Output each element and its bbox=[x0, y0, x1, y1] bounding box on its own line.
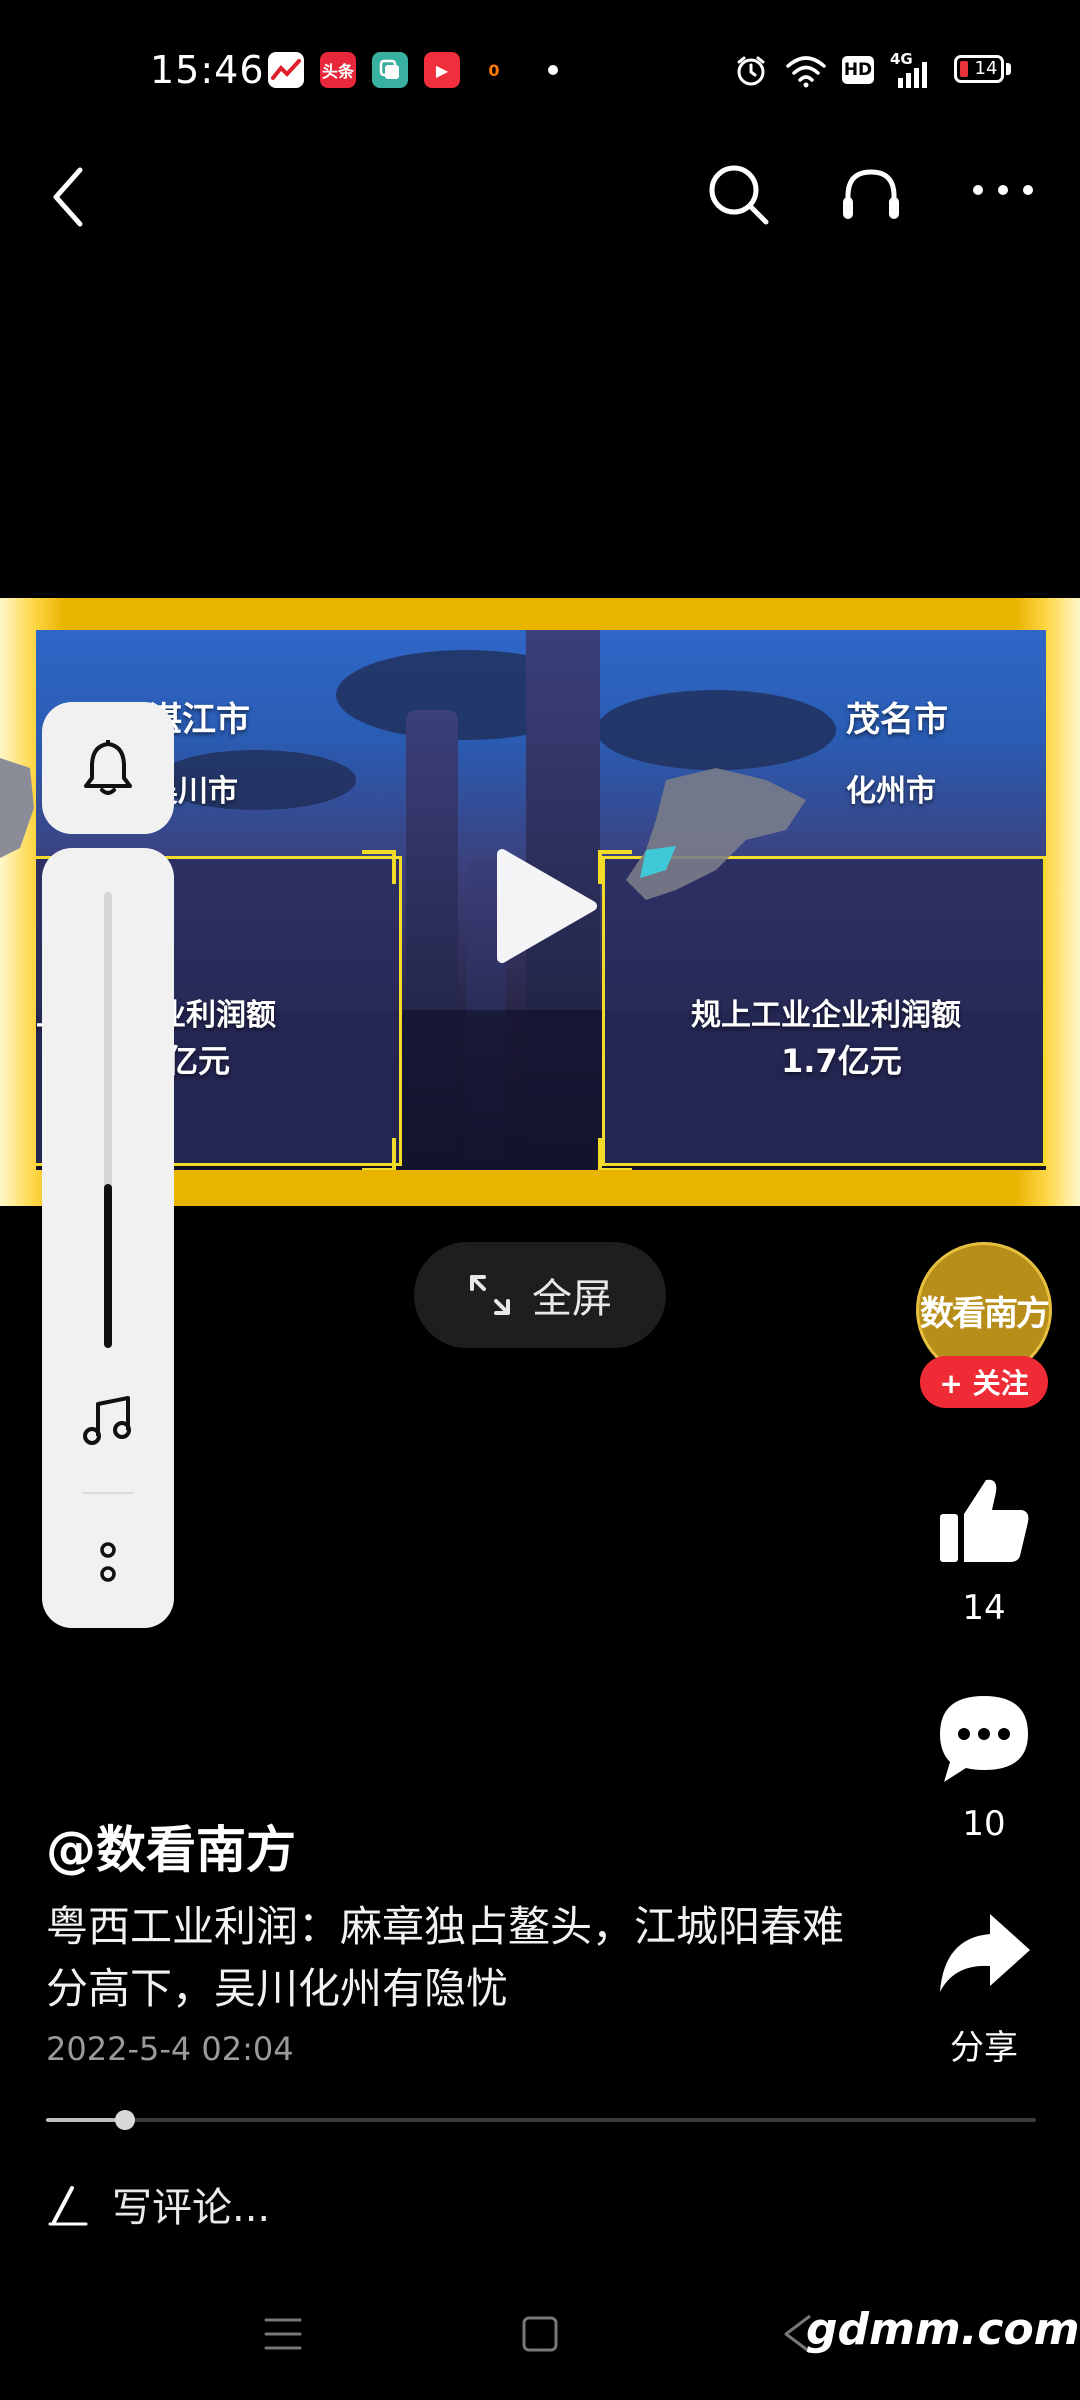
menu-nav-icon[interactable] bbox=[262, 2314, 304, 2354]
right-metric: 规上工业企业利润额 bbox=[691, 998, 961, 1033]
ringer-mode-button[interactable] bbox=[42, 702, 174, 834]
province-map bbox=[626, 768, 806, 900]
hd-badge: HD bbox=[842, 56, 874, 84]
left-map-fragment bbox=[0, 758, 34, 858]
video-caption: 粤西工业利润：麻章独占鳌头，江城阳春难分高下，吴川化州有隐忧 bbox=[46, 1902, 845, 2013]
status-bar: 15:46 头条 ▶ 0 HD 4G 14 bbox=[0, 0, 1080, 140]
like-icon[interactable] bbox=[934, 1470, 1034, 1570]
author-name[interactable]: @数看南方 bbox=[46, 1810, 296, 1882]
fullscreen-button[interactable]: 全屏 bbox=[414, 1242, 666, 1348]
comment-count: 10 bbox=[962, 1804, 1006, 1844]
comment-input[interactable]: 写评论... bbox=[46, 2168, 646, 2240]
signal-icon bbox=[898, 62, 927, 88]
left-value: 亿元 bbox=[166, 1042, 231, 1080]
bell-icon bbox=[84, 740, 132, 795]
battery-level: 14 bbox=[974, 58, 998, 79]
orange-app-icon: 0 bbox=[476, 52, 512, 88]
home-nav-icon[interactable] bbox=[520, 2314, 560, 2354]
follow-button[interactable]: + 关注 bbox=[920, 1356, 1048, 1408]
wifi-icon bbox=[786, 56, 826, 88]
comment-placeholder: 写评论... bbox=[112, 2185, 271, 2231]
top-nav bbox=[0, 150, 1080, 250]
alarm-icon bbox=[737, 56, 765, 86]
music-note-icon[interactable] bbox=[80, 1394, 136, 1450]
right-value: 1.7亿元 bbox=[781, 1042, 902, 1080]
progress-fill bbox=[46, 2118, 126, 2122]
pen-icon bbox=[48, 2186, 88, 2226]
share-label[interactable]: 分享 bbox=[924, 2020, 1044, 2069]
video-progress-bar[interactable] bbox=[46, 2110, 1036, 2130]
right-county: 化州市 bbox=[846, 774, 936, 809]
back-icon[interactable] bbox=[44, 162, 94, 232]
volume-slider[interactable] bbox=[104, 892, 112, 1348]
notification-dot bbox=[548, 65, 558, 75]
like-count: 14 bbox=[962, 1588, 1006, 1628]
status-time: 15:46 bbox=[150, 48, 265, 92]
play-icon[interactable] bbox=[492, 846, 602, 966]
progress-knob[interactable] bbox=[115, 2110, 136, 2130]
stock-app-icon bbox=[268, 52, 304, 88]
video-app-icon: ▶ bbox=[424, 52, 460, 88]
post-date: 2022-5-4 02:04 bbox=[46, 2030, 294, 2068]
volume-more-icon[interactable] bbox=[94, 1538, 122, 1588]
more-icon[interactable] bbox=[970, 180, 1036, 200]
right-city: 茂名市 bbox=[846, 700, 948, 740]
volume-panel bbox=[42, 848, 174, 1628]
headphones-icon[interactable] bbox=[838, 162, 904, 228]
watermark: gdmm.com bbox=[806, 2304, 1080, 2355]
battery-icon: 14 bbox=[954, 55, 1004, 83]
share-icon[interactable] bbox=[934, 1908, 1034, 1998]
search-icon[interactable] bbox=[706, 162, 772, 228]
comment-icon[interactable] bbox=[934, 1690, 1034, 1786]
avatar-text: 数看南方 bbox=[920, 1293, 1049, 1334]
volume-level-fill bbox=[104, 1184, 112, 1348]
multi-window-app-icon bbox=[372, 52, 408, 88]
toutiao-app-icon: 头条 bbox=[320, 52, 356, 88]
expand-icon bbox=[470, 1275, 510, 1315]
fullscreen-label: 全屏 bbox=[532, 1276, 612, 1322]
